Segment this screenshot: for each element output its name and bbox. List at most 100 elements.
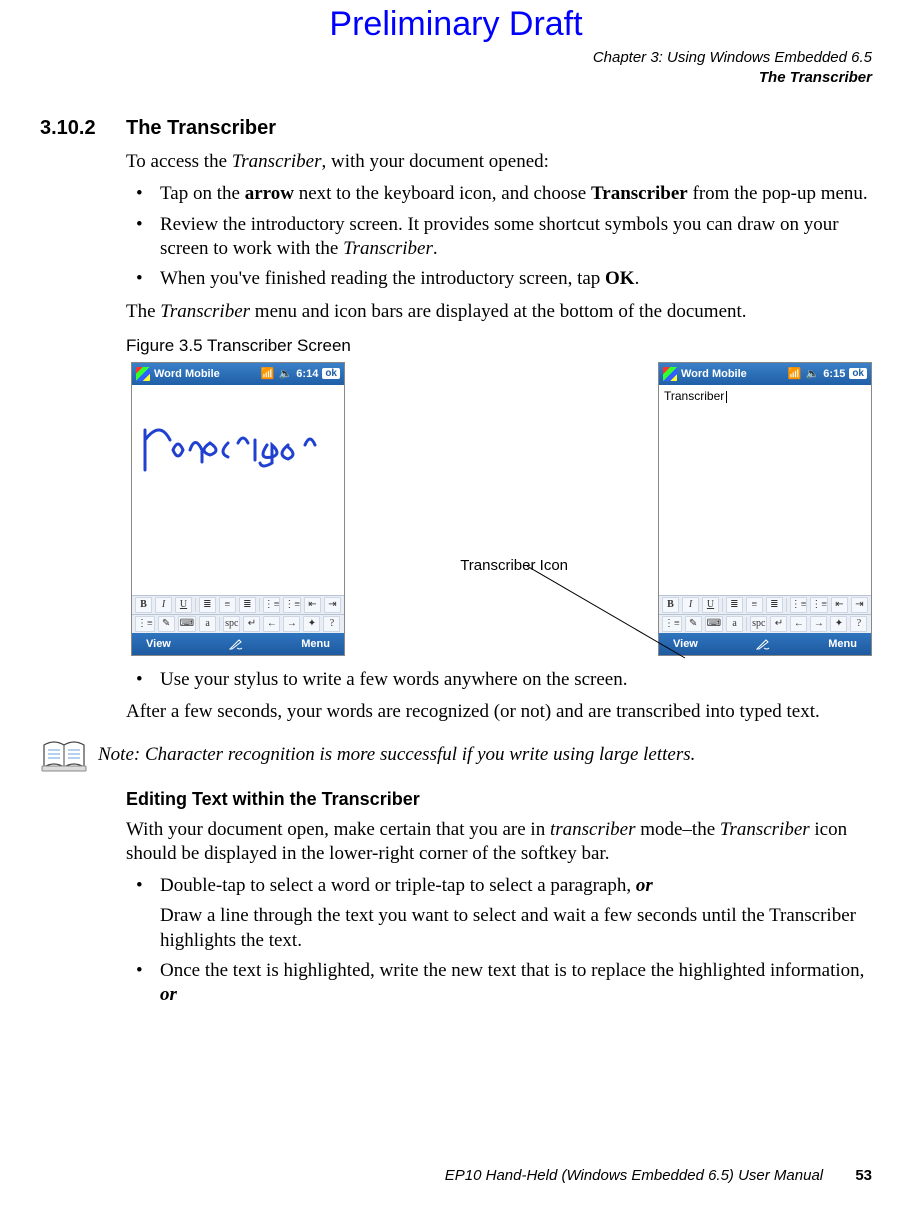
page-footer: EP10 Hand-Held (Windows Embedded 6.5) Us… (445, 1167, 872, 1184)
ok-button[interactable]: ok (849, 368, 867, 379)
indent-button[interactable]: ⇥ (324, 597, 341, 613)
options-button[interactable]: ⋮≡ (662, 616, 682, 632)
text: mode–the (635, 819, 719, 840)
list-item-sub: Draw a line through the text you want to… (160, 904, 872, 953)
menu-softkey[interactable]: Menu (828, 638, 857, 650)
text-bold: Transcriber (591, 183, 688, 204)
correct-button[interactable]: ✦ (303, 616, 320, 632)
book-note-icon (40, 739, 88, 773)
indent-button[interactable]: ⇥ (851, 597, 868, 613)
section-title: The Transcriber (126, 117, 276, 140)
enter-button[interactable]: ↵ (243, 616, 260, 632)
underline-button[interactable]: U (702, 597, 719, 613)
list-item: Once the text is highlighted, write the … (126, 959, 872, 1008)
help-button[interactable]: ? (850, 616, 867, 632)
align-left-button[interactable]: ≣ (199, 597, 216, 613)
transcriber-icon[interactable] (227, 637, 245, 651)
correct-button[interactable]: ✦ (830, 616, 847, 632)
bold-button[interactable]: B (662, 597, 679, 613)
list-item: When you've finished reading the introdu… (126, 267, 872, 291)
separator-icon (722, 598, 723, 612)
para: The Transcriber menu and icon bars are d… (126, 300, 872, 324)
case-button[interactable]: a (726, 616, 743, 632)
handwriting-ink-icon (140, 415, 335, 485)
space-button[interactable]: spc (223, 616, 240, 632)
chapter-line-2: The Transcriber (40, 68, 872, 88)
text-italic: Transcriber (343, 238, 433, 259)
app-title: Word Mobile (681, 368, 747, 380)
speaker-icon: 🔈 (806, 367, 820, 380)
separator-icon (786, 598, 787, 612)
text-italic: transcriber (550, 819, 636, 840)
space-button[interactable]: spc (750, 616, 767, 632)
bullet-list-3: Double-tap to select a word or triple-ta… (126, 874, 872, 1008)
align-center-button[interactable]: ≡ (219, 597, 236, 613)
menu-softkey[interactable]: Menu (301, 638, 330, 650)
align-left-button[interactable]: ≣ (726, 597, 743, 613)
text: To access the (126, 151, 232, 172)
bullets-button[interactable]: ⋮≡ (790, 597, 808, 613)
keyboard-button[interactable]: ⌨ (705, 616, 723, 632)
text: Once the text is highlighted, write the … (160, 960, 864, 981)
ok-button[interactable]: ok (322, 368, 340, 379)
underline-button[interactable]: U (175, 597, 192, 613)
transcriber-icon[interactable] (754, 637, 772, 651)
separator-icon (259, 598, 260, 612)
list-item: Double-tap to select a word or triple-ta… (126, 874, 872, 953)
outdent-button[interactable]: ⇤ (831, 597, 848, 613)
start-flag-icon (136, 367, 150, 381)
italic-button[interactable]: I (682, 597, 699, 613)
case-button[interactable]: a (199, 616, 216, 632)
text-italic: Transcriber (232, 151, 322, 172)
arrow-right-button[interactable]: → (283, 616, 300, 632)
list-item: Use your stylus to write a few words any… (126, 668, 872, 692)
align-center-button[interactable]: ≡ (746, 597, 763, 613)
signal-icon: 📶 (788, 367, 802, 380)
letter-shapes-button[interactable]: ✎ (685, 616, 702, 632)
list-item: Review the introductory screen. It provi… (126, 213, 872, 262)
numbered-button[interactable]: ⋮≡ (810, 597, 828, 613)
typed-text: Transcriber (664, 389, 727, 403)
options-button[interactable]: ⋮≡ (135, 616, 155, 632)
transcriber-toolbar: ⋮≡ ✎ ⌨ a spc ↵ ← → ✦ ? (659, 614, 871, 633)
align-right-button[interactable]: ≣ (766, 597, 783, 613)
format-toolbar: B I U ≣ ≡ ≣ ⋮≡ ⋮≡ ⇤ ⇥ (132, 595, 344, 614)
text-italic: Transcriber (720, 819, 810, 840)
help-button[interactable]: ? (323, 616, 340, 632)
canvas-area[interactable] (132, 385, 344, 595)
italic-button[interactable]: I (155, 597, 172, 613)
text-cursor-icon (726, 391, 727, 403)
text: from the pop-up menu. (688, 183, 868, 204)
view-softkey[interactable]: View (146, 638, 171, 650)
chapter-line-1: Chapter 3: Using Windows Embedded 6.5 (40, 48, 872, 68)
outdent-button[interactable]: ⇤ (304, 597, 321, 613)
text: menu and icon bars are displayed at the … (250, 301, 747, 322)
numbered-button[interactable]: ⋮≡ (283, 597, 301, 613)
text: Tap on the (160, 183, 245, 204)
subsection-body: Editing Text within the Transcriber With… (126, 789, 872, 1008)
figure-row: Word Mobile 📶 🔈 6:14 ok B I U (131, 362, 872, 656)
canvas-area[interactable]: Transcriber (659, 385, 871, 595)
letter-shapes-button[interactable]: ✎ (158, 616, 175, 632)
separator-icon (746, 617, 747, 631)
enter-button[interactable]: ↵ (770, 616, 787, 632)
text-italic: Transcriber (160, 301, 250, 322)
align-right-button[interactable]: ≣ (239, 597, 256, 613)
bullets-button[interactable]: ⋮≡ (263, 597, 281, 613)
view-softkey[interactable]: View (673, 638, 698, 650)
list-item: Tap on the arrow next to the keyboard ic… (126, 182, 872, 206)
text: When you've finished reading the introdu… (160, 268, 605, 289)
arrow-left-button[interactable]: ← (790, 616, 807, 632)
arrow-left-button[interactable]: ← (263, 616, 280, 632)
page-number: 53 (855, 1167, 872, 1184)
text-bold: OK (605, 268, 635, 289)
transcriber-toolbar: ⋮≡ ✎ ⌨ a spc ↵ ← → ✦ ? (132, 614, 344, 633)
keyboard-button[interactable]: ⌨ (178, 616, 196, 632)
arrow-right-button[interactable]: → (810, 616, 827, 632)
text: Review the introductory screen. It provi… (160, 214, 839, 259)
separator-icon (195, 598, 196, 612)
bold-button[interactable]: B (135, 597, 152, 613)
section-heading: 3.10.2 The Transcriber (40, 117, 872, 140)
text: The (126, 301, 160, 322)
softkey-bar: View Menu (132, 633, 344, 655)
